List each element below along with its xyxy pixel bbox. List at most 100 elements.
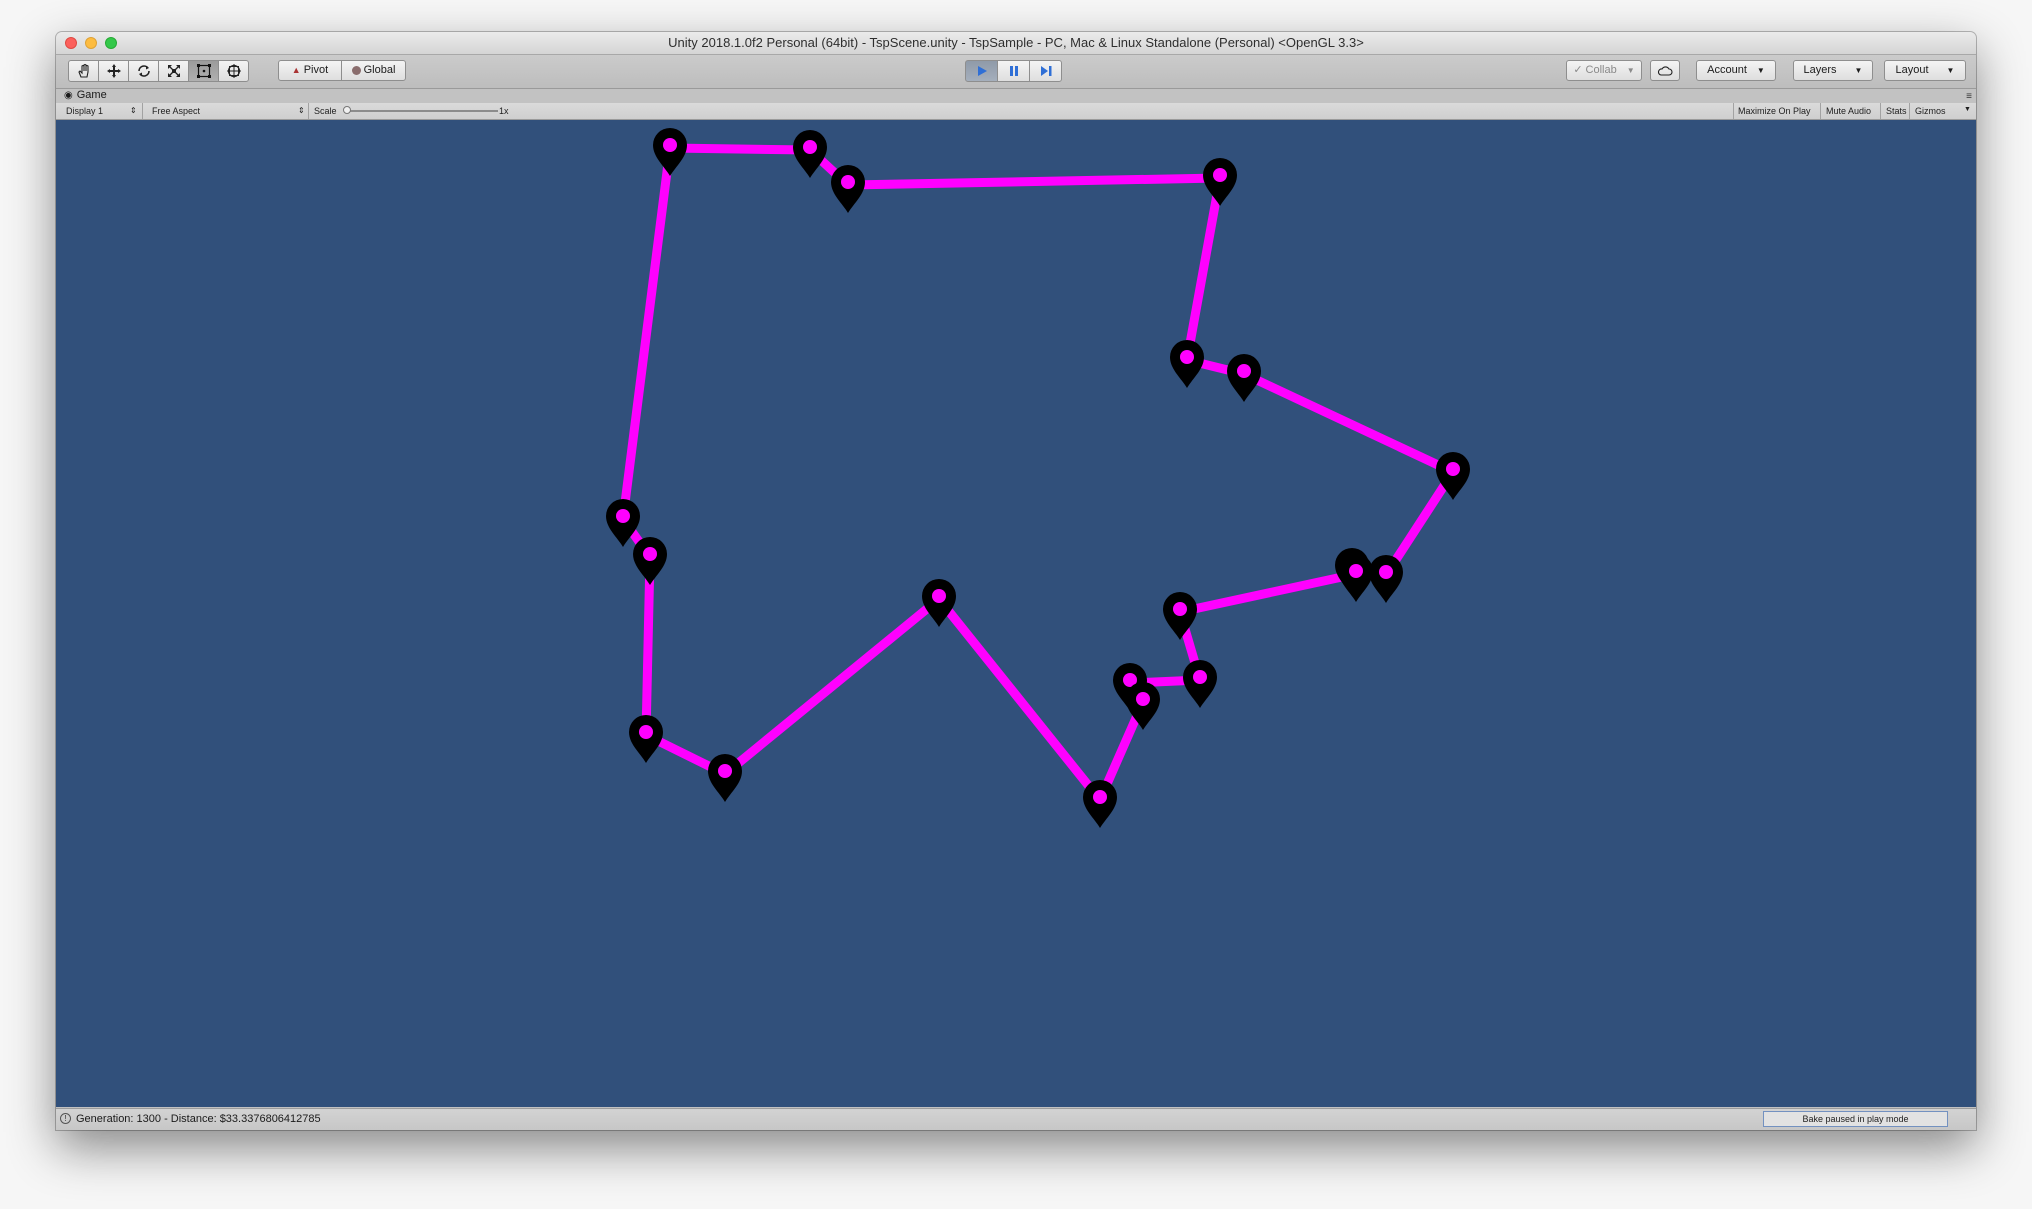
scale-label: Scale — [314, 106, 337, 116]
mute-audio-toggle[interactable]: Mute Audio — [1826, 106, 1871, 116]
map-pin-icon — [1170, 340, 1204, 388]
display-dropdown[interactable]: Display 1 — [66, 106, 103, 116]
map-pin-icon — [1227, 354, 1261, 402]
game-controller-icon: ◉ — [64, 89, 73, 101]
chevron-down-icon: ▼ — [1854, 66, 1863, 75]
map-pin-icon — [1163, 592, 1197, 640]
route-segment — [843, 173, 1225, 190]
layers-dropdown[interactable]: Layers ▼ — [1793, 60, 1873, 81]
aspect-dropdown[interactable]: Free Aspect — [152, 106, 200, 116]
chevron-down-icon: ▼ — [1946, 66, 1955, 75]
pin-center — [718, 764, 732, 778]
map-pin-icon — [653, 128, 687, 176]
layout-dropdown[interactable]: Layout ▼ — [1884, 60, 1966, 81]
stats-toggle[interactable]: Stats — [1886, 106, 1907, 116]
hand-icon — [77, 63, 89, 78]
pin-center — [1349, 564, 1363, 578]
account-dropdown[interactable]: Account ▼ — [1696, 60, 1776, 81]
game-view-toolbar: Display 1 ⇕ Free Aspect ⇕ Scale 1x Maxim… — [56, 103, 1976, 120]
chevron-down-icon: ▼ — [1626, 66, 1635, 75]
cloud-icon — [1657, 65, 1673, 76]
maximize-on-play-toggle[interactable]: Maximize On Play — [1738, 106, 1811, 116]
map-pin-icon — [1083, 780, 1117, 828]
pin-center — [643, 547, 657, 561]
rect-tool-button[interactable] — [188, 60, 219, 82]
play-button[interactable] — [965, 60, 998, 82]
route-segment — [665, 143, 815, 155]
unity-editor-window: Unity 2018.1.0f2 Personal (64bit) - TspS… — [56, 32, 1976, 1130]
transform-tool-button[interactable] — [218, 60, 249, 82]
updown-icon: ⇕ — [298, 106, 305, 115]
step-icon — [1040, 66, 1051, 76]
collab-label: Collab — [1585, 64, 1617, 76]
scale-tool-button[interactable] — [158, 60, 189, 82]
separator — [1733, 103, 1734, 119]
pin-center — [663, 138, 677, 152]
cloud-button[interactable] — [1650, 60, 1680, 81]
move-icon — [106, 64, 121, 78]
pin-center — [1136, 692, 1150, 706]
separator — [1820, 103, 1821, 119]
map-pin-icon — [831, 165, 865, 213]
map-pin-icon — [1183, 660, 1217, 708]
step-button[interactable] — [1029, 60, 1062, 82]
tab-menu-icon[interactable]: ≡ — [1966, 91, 1972, 102]
main-toolbar: ▲ Pivot Global ✓ Collab ▼ Account ▼ Laye… — [56, 55, 1976, 89]
transform-icon — [226, 64, 241, 78]
scale-slider-handle[interactable] — [343, 106, 351, 114]
route-segment — [618, 143, 675, 524]
map-pin-icon — [629, 715, 663, 763]
pause-icon — [1009, 66, 1018, 76]
scale-icon — [167, 65, 180, 77]
map-pin-icon — [708, 754, 742, 802]
pin-center — [616, 509, 630, 523]
title-bar: Unity 2018.1.0f2 Personal (64bit) - TspS… — [56, 32, 1976, 55]
layers-label: Layers — [1803, 64, 1837, 76]
game-tab-bar: ◉ Game ≡ — [56, 89, 1976, 103]
game-tab-title: Game — [76, 89, 107, 101]
console-status-message[interactable]: Generation: 1300 - Distance: $33.3376806… — [76, 1113, 321, 1125]
playback-controls — [965, 60, 1062, 82]
pause-button[interactable] — [997, 60, 1030, 82]
route-segment — [720, 594, 944, 779]
tab-game[interactable]: ◉ Game — [64, 89, 107, 101]
rotate-tool-button[interactable] — [128, 60, 159, 82]
move-tool-button[interactable] — [98, 60, 129, 82]
pin-center — [639, 725, 653, 739]
chevron-down-icon: ▼ — [1964, 106, 1971, 113]
separator — [308, 103, 309, 119]
map-pin-icon — [1339, 554, 1373, 602]
pin-center — [841, 175, 855, 189]
info-icon: ! — [60, 1113, 71, 1124]
hand-tool-button[interactable] — [68, 60, 99, 82]
global-label: Global — [363, 64, 396, 76]
window-title: Unity 2018.1.0f2 Personal (64bit) - TspS… — [668, 35, 1364, 50]
map-pin-icon — [793, 130, 827, 178]
pin-center — [1379, 565, 1393, 579]
chevron-down-icon: ▼ — [1756, 66, 1765, 75]
aspect-label: Free Aspect — [152, 106, 201, 116]
separator — [1880, 103, 1881, 119]
pin-center — [803, 140, 817, 154]
pin-center — [1213, 168, 1227, 182]
bake-status: Bake paused in play mode — [1763, 1111, 1948, 1127]
game-viewport[interactable] — [56, 120, 1976, 1107]
pin-center — [932, 589, 946, 603]
pivot-toggle-button[interactable]: ▲ Pivot — [278, 60, 342, 81]
display-label: Display 1 — [66, 106, 104, 116]
globe-icon — [351, 66, 361, 75]
collab-dropdown[interactable]: ✓ Collab ▼ — [1566, 60, 1642, 81]
map-pin-icon — [633, 537, 667, 585]
pivot-icon: ▲ — [291, 65, 301, 75]
route-segment — [1182, 173, 1225, 365]
pin-center — [1237, 364, 1251, 378]
scale-slider-track[interactable] — [346, 110, 498, 112]
map-pin-icon — [1203, 158, 1237, 206]
check-icon: ✓ — [1573, 64, 1583, 76]
pin-center — [1180, 350, 1194, 364]
gizmos-dropdown[interactable]: Gizmos — [1915, 106, 1946, 116]
pin-center — [1193, 670, 1207, 684]
scale-value: 1x — [499, 106, 509, 116]
global-toggle-button[interactable]: Global — [341, 60, 406, 81]
pin-center — [1093, 790, 1107, 804]
